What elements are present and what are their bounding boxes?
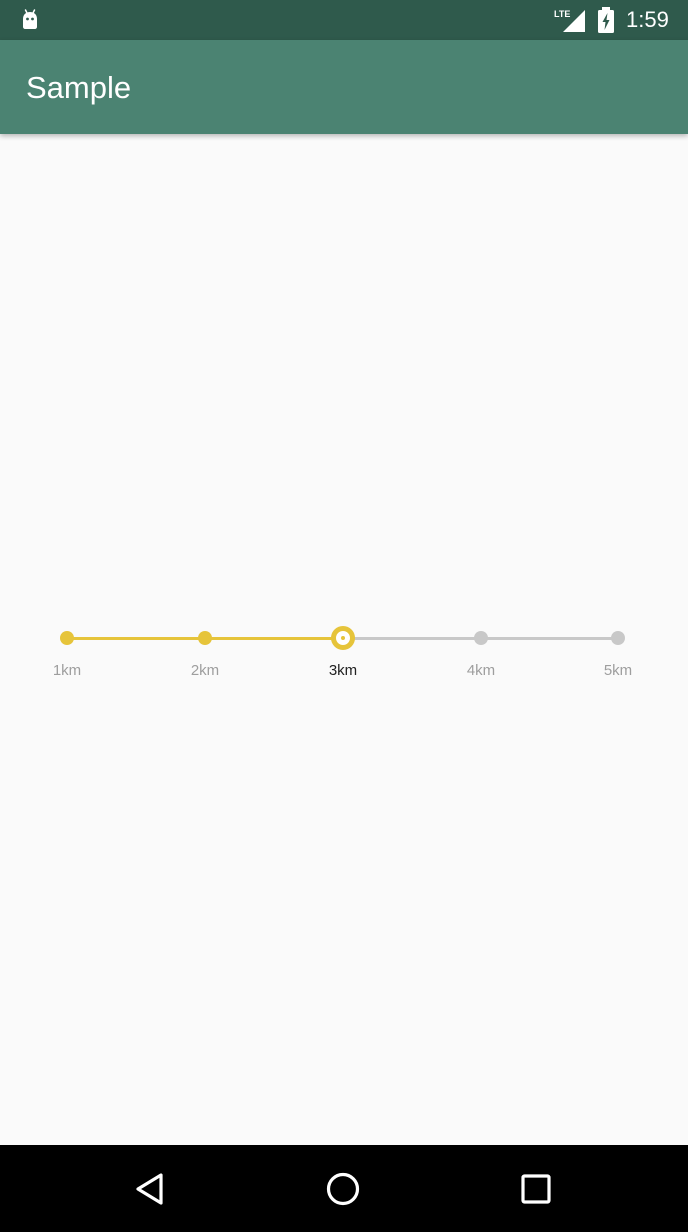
step-label-current: 3km	[328, 662, 358, 679]
step-label: 5km	[603, 662, 633, 679]
step-4km[interactable]: 4km	[431, 614, 531, 694]
distance-stepper[interactable]: 1km 2km 3km 4km 5km	[0, 614, 688, 694]
step-dot	[474, 631, 488, 645]
app-title: Sample	[26, 70, 132, 105]
step-dot-current	[331, 626, 355, 650]
navigation-bar	[0, 1145, 688, 1232]
clock: 1:59	[626, 7, 669, 32]
step-dot	[198, 631, 212, 645]
back-button[interactable]	[100, 1145, 200, 1232]
back-icon	[136, 1172, 163, 1205]
step-label: 4km	[466, 662, 496, 679]
content-area: 1km 2km 3km 4km 5km	[0, 134, 688, 1145]
status-bar: LTE 1:59	[0, 0, 688, 40]
step-label: 2km	[190, 662, 220, 679]
app-bar: Sample	[0, 40, 688, 134]
screen: LTE 1:59 Sample 1km 2km 3km 4km 5km	[0, 0, 688, 1232]
step-2km[interactable]: 2km	[155, 614, 255, 694]
battery-charging-icon	[598, 7, 614, 33]
step-3km[interactable]: 3km	[293, 614, 393, 694]
step-5km[interactable]: 5km	[568, 614, 668, 694]
svg-text:LTE: LTE	[554, 9, 570, 19]
lte-signal-icon: LTE	[554, 9, 585, 32]
step-dot	[60, 631, 74, 645]
step-1km[interactable]: 1km	[17, 614, 117, 694]
recents-icon	[521, 1173, 551, 1204]
android-debug-icon	[23, 9, 37, 29]
recents-button[interactable]	[486, 1145, 586, 1232]
home-icon	[326, 1172, 360, 1205]
step-label: 1km	[52, 662, 82, 679]
step-dot	[611, 631, 625, 645]
home-button[interactable]	[293, 1145, 393, 1232]
